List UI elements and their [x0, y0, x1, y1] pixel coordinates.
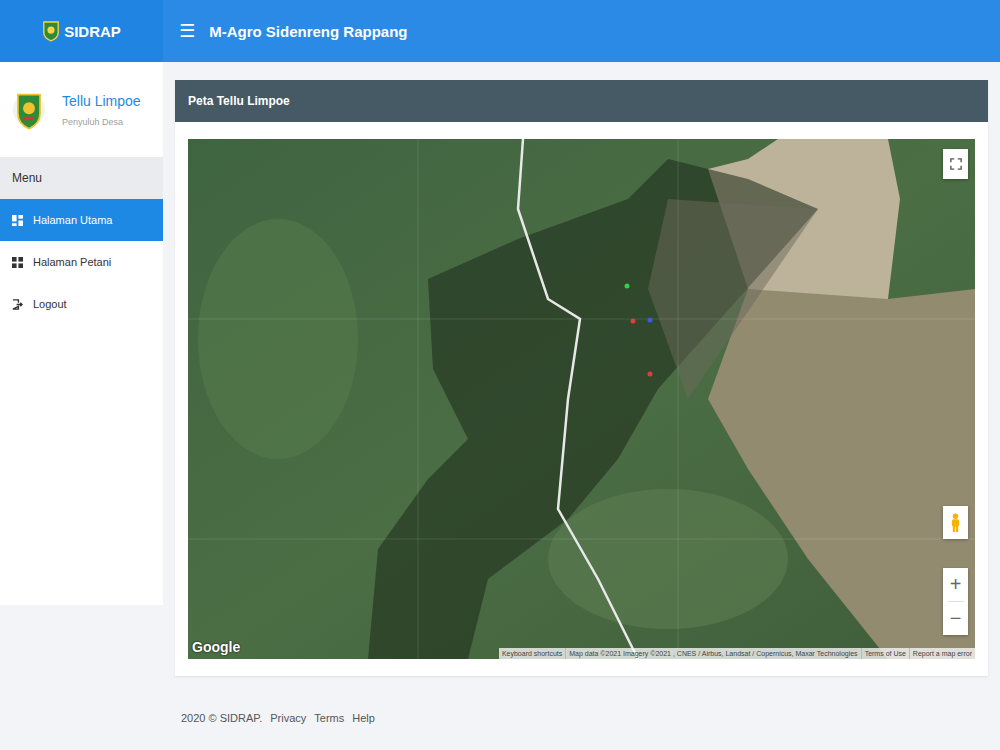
fullscreen-icon: [950, 158, 962, 170]
app-title: M-Agro Sidenreng Rappang: [209, 23, 407, 40]
profile: Tellu Limpoe Penyuluh Desa: [0, 62, 163, 157]
map-attribution: Keyboard shortcutsMap data ©2021 Imagery…: [499, 648, 975, 659]
card-title: Peta Tellu Limpoe: [175, 80, 988, 122]
brand-name: SIDRAP: [64, 23, 121, 40]
grid-icon: [12, 257, 23, 268]
sidrap-logo-icon: [42, 20, 60, 42]
profile-role: Penyuluh Desa: [62, 117, 141, 127]
copyright: 2020 © SIDRAP.: [181, 712, 262, 724]
zoom-in-button[interactable]: +: [943, 568, 968, 601]
map[interactable]: +− Google Keyboard shortcutsMap data ©2021…: [188, 139, 975, 659]
satellite-imagery: [188, 139, 975, 659]
zoom-out-button[interactable]: −: [943, 602, 968, 635]
pegman-icon: [950, 513, 961, 533]
menu-toggle[interactable]: ☰: [179, 20, 195, 42]
google-logo[interactable]: Google: [192, 639, 240, 655]
menu-heading: Menu: [0, 157, 163, 199]
sidebar-item[interactable]: Halaman Petani: [0, 241, 163, 283]
page: SIDRAP ☰ M-Agro Sidenreng Rappang Tellu Lim…: [0, 0, 1000, 750]
main-content: Peta Tellu Limpoe +− Google Keyboard shortc…: [163, 62, 1000, 748]
footer: 2020 © SIDRAP. Privacy Terms Help: [175, 676, 988, 748]
footer-link[interactable]: Help: [352, 712, 375, 724]
attribution-link[interactable]: Keyboard shortcuts: [499, 648, 565, 659]
sidebar-item[interactable]: Logout: [0, 283, 163, 325]
attribution-link[interactable]: Report a map error: [909, 648, 975, 659]
brand[interactable]: SIDRAP: [0, 0, 163, 62]
fullscreen-button[interactable]: [943, 149, 968, 179]
logout-icon: [12, 299, 23, 310]
map-card: Peta Tellu Limpoe +− Google Keyboard shortc…: [175, 80, 988, 676]
sidebar-menu: Halaman UtamaHalaman PetaniLogout: [0, 199, 163, 325]
zoom-control: +−: [943, 568, 968, 635]
profile-name: Tellu Limpoe: [62, 93, 141, 109]
sidebar-item[interactable]: Halaman Utama: [0, 199, 163, 241]
street-view-button[interactable]: [943, 506, 968, 539]
footer-link[interactable]: Terms: [314, 712, 344, 724]
footer-link[interactable]: Privacy: [270, 712, 306, 724]
header-main: ☰ M-Agro Sidenreng Rappang: [163, 0, 407, 62]
regency-logo-icon: [12, 88, 46, 132]
sidebar: Tellu Limpoe Penyuluh Desa MenuHalaman Uta…: [0, 62, 163, 605]
dashboard-icon: [12, 215, 23, 226]
attribution-link[interactable]: Terms of Use: [861, 648, 909, 659]
top-bar: SIDRAP ☰ M-Agro Sidenreng Rappang: [0, 0, 1000, 62]
attribution-link[interactable]: Map data ©2021 Imagery ©2021 , CNES / Ai…: [565, 648, 860, 659]
